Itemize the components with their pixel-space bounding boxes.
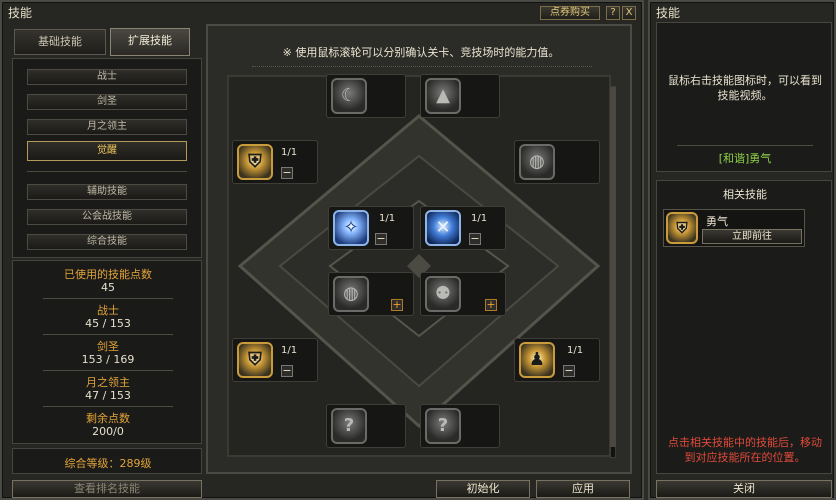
skill-slot: ♟ 1/1 −	[514, 338, 600, 382]
skill-level: 1/1	[281, 345, 298, 356]
skill-slot: ☾	[326, 74, 406, 118]
view-ranking-button[interactable]: 查看排名技能	[12, 480, 202, 498]
plus-button[interactable]: +	[485, 299, 497, 311]
skill-level: 1/1	[379, 213, 396, 224]
unknown-skill-icon[interactable]: ?	[331, 408, 367, 444]
skill-point-stats: 已使用的技能点数 45 战士 45 / 153 剑圣 153 / 169 月之领…	[12, 260, 202, 444]
minus-button[interactable]: −	[281, 365, 293, 377]
stat-label-used: 已使用的技能点数	[64, 268, 152, 281]
category-swordmaster[interactable]: 剑圣	[27, 94, 187, 110]
holy-light-icon[interactable]: ✧	[333, 210, 369, 246]
related-skill-name: 勇气	[706, 215, 728, 228]
skill-slot: ◍ +	[328, 272, 414, 316]
crest-icon[interactable]: ⛨	[237, 342, 273, 378]
minus-button[interactable]: −	[469, 233, 481, 245]
unknown-skill-icon[interactable]: ?	[425, 408, 461, 444]
moon-icon[interactable]: ☾	[331, 78, 367, 114]
locked-skill-icon[interactable]: ◍	[333, 276, 369, 312]
video-hint: 鼠标右击技能图标时，可以看到技能视频。	[668, 74, 822, 102]
skill-window: 技能 点券购买 ? X 基础技能 扩展技能 战士 剑圣 月之领主 觉醒 辅助技能…	[0, 0, 644, 500]
goto-button[interactable]: 立即前往	[702, 229, 802, 244]
stat-value-moonlord: 47 / 153	[85, 389, 131, 402]
close-button[interactable]: 关闭	[656, 480, 832, 498]
skill-slot: ?	[326, 404, 406, 448]
radiant-knight-icon[interactable]: ♟	[519, 342, 555, 378]
skill-slot: ✧ 1/1 −	[328, 206, 414, 250]
related-skill-hint: 点击相关技能中的技能后，移动到对应技能所在的位置。	[668, 436, 822, 464]
skill-info-panel: 技能 鼠标右击技能图标时，可以看到技能视频。 [和谐]勇气 相关技能 ⛨ 勇气 …	[648, 0, 836, 500]
scroll-notice: ※ 使用鼠标滚轮可以分别确认关卡、竞技场时的能力值。	[282, 46, 560, 59]
stat-label-swordmaster: 剑圣	[97, 340, 119, 353]
initialize-button[interactable]: 初始化	[436, 480, 530, 498]
divider	[43, 406, 173, 407]
board-ornament	[227, 75, 611, 457]
help-button[interactable]: ?	[606, 6, 620, 20]
skill-slot: ⛨ 1/1 −	[232, 338, 318, 382]
plus-button[interactable]: +	[391, 299, 403, 311]
divider	[43, 298, 173, 299]
overall-level-box: 综合等级：289级	[12, 448, 202, 474]
stat-label-moonlord: 月之领主	[86, 376, 130, 389]
apply-button[interactable]: 应用	[536, 480, 630, 498]
divider	[27, 171, 187, 172]
skill-slot: ⚉ +	[420, 272, 506, 316]
skill-slot: ⛨ 1/1 −	[232, 140, 318, 184]
skill-detail-box: 鼠标右击技能图标时，可以看到技能视频。 [和谐]勇气	[656, 22, 832, 172]
skill-slot: ▲	[420, 74, 500, 118]
skill-level: 1/1	[281, 147, 298, 158]
category-warrior[interactable]: 战士	[27, 69, 187, 85]
window-title: 技能	[8, 6, 33, 20]
flame-icon[interactable]: ▲	[425, 78, 461, 114]
skill-level: 1/1	[471, 213, 488, 224]
crest-icon[interactable]: ⛨	[237, 144, 273, 180]
skill-slot: ◍	[514, 140, 600, 184]
related-skills-title: 相关技能	[723, 188, 767, 201]
panel-title: 技能	[656, 6, 681, 20]
category-moonlord[interactable]: 月之领主	[27, 119, 187, 135]
minus-button[interactable]: −	[375, 233, 387, 245]
related-skill-entry[interactable]: ⛨ 勇气 立即前往	[663, 209, 805, 247]
locked-skill-icon[interactable]: ⚉	[425, 276, 461, 312]
cross-slash-icon[interactable]: ✕	[425, 210, 461, 246]
stat-value-warrior: 45 / 153	[85, 317, 131, 330]
stat-value-remaining: 200/0	[92, 425, 124, 438]
related-skills-box: 相关技能 ⛨ 勇气 立即前往 点击相关技能中的技能后，移动到对应技能所在的位置。	[656, 180, 832, 474]
minus-button[interactable]: −	[281, 167, 293, 179]
shop-button[interactable]: 点券购买	[540, 6, 600, 20]
stat-value-used: 45	[101, 281, 115, 294]
divider	[43, 334, 173, 335]
tab-extended-skills[interactable]: 扩展技能	[110, 28, 190, 56]
tab-basic-skills[interactable]: 基础技能	[14, 29, 106, 55]
overall-level: 综合等级：289级	[64, 457, 152, 470]
skill-level: 1/1	[567, 345, 584, 356]
scrollbar-thumb[interactable]	[610, 87, 616, 447]
divider	[677, 145, 813, 146]
minus-button[interactable]: −	[563, 365, 575, 377]
category-support-skills[interactable]: 辅助技能	[27, 184, 187, 200]
category-general-skills[interactable]: 综合技能	[27, 234, 187, 250]
stat-label-remaining: 剩余点数	[86, 412, 130, 425]
category-list: 战士 剑圣 月之领主 觉醒 辅助技能 公会战技能 综合技能	[12, 58, 202, 258]
locked-skill-icon[interactable]: ◍	[519, 144, 555, 180]
stat-label-warrior: 战士	[97, 304, 119, 317]
skill-slot: ✕ 1/1 −	[420, 206, 506, 250]
close-icon[interactable]: X	[622, 6, 636, 20]
courage-icon[interactable]: ⛨	[666, 212, 698, 244]
skill-slot: ?	[420, 404, 500, 448]
divider	[252, 66, 592, 67]
category-awakening[interactable]: 觉醒	[27, 141, 187, 161]
stat-value-swordmaster: 153 / 169	[81, 353, 135, 366]
divider	[43, 370, 173, 371]
skill-tree-board: ※ 使用鼠标滚轮可以分别确认关卡、竞技场时的能力值。 ☾ ▲ ⛨ 1/1 − ◍…	[206, 24, 632, 474]
selected-skill-name: [和谐]勇气	[718, 152, 772, 165]
scrollbar[interactable]	[610, 86, 616, 458]
category-guildwar-skills[interactable]: 公会战技能	[27, 209, 187, 225]
